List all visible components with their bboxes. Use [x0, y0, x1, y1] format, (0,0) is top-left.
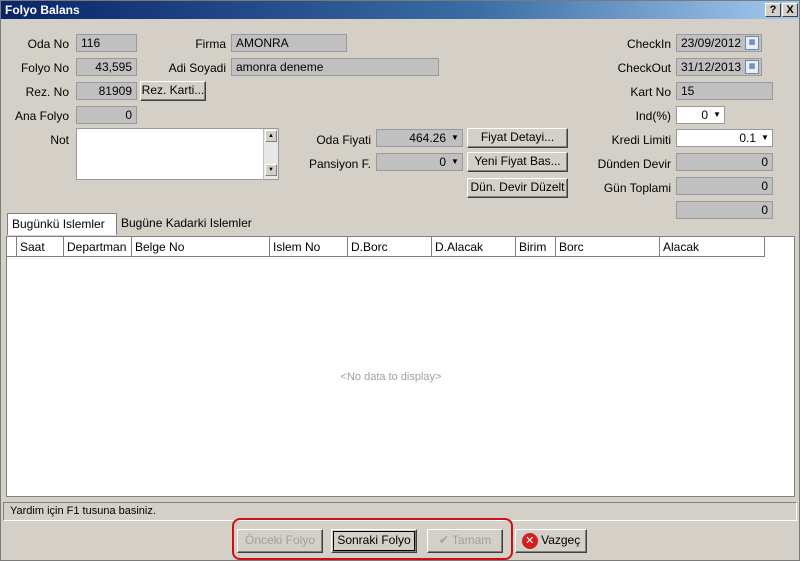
pansiyon-f-value: 0 [439, 155, 446, 169]
extra-total-field[interactable]: 0 [676, 201, 773, 219]
column-header[interactable]: Departman [63, 237, 131, 257]
ana-folyo-label: Ana Folyo [14, 109, 69, 123]
column-header[interactable]: Alacak [659, 237, 765, 257]
gun-toplami-field[interactable]: 0 [676, 177, 773, 195]
ana-folyo-field[interactable]: 0 [76, 106, 137, 124]
vazgec-button[interactable]: ✕ Vazgeç [515, 529, 587, 553]
tamam-button[interactable]: ✔ Tamam [427, 529, 503, 553]
chevron-down-icon[interactable]: ▼ [449, 131, 461, 145]
kart-no-label: Kart No [630, 85, 671, 99]
firma-field[interactable]: AMONRA [231, 34, 347, 52]
window-title: Folyo Balans [5, 3, 80, 17]
column-header[interactable]: D.Borc [347, 237, 431, 257]
column-header[interactable]: Belge No [131, 237, 269, 257]
chevron-down-icon[interactable]: ▼ [449, 155, 461, 169]
tab-bugunku-islemler[interactable]: Bugünkü Islemler [7, 213, 117, 235]
not-scrollbar[interactable]: ▲ ▼ [263, 129, 278, 179]
gun-toplami-label: Gün Toplami [603, 181, 671, 195]
title-bar: Folyo Balans ? X [1, 1, 799, 19]
rez-karti-button[interactable]: Rez. Karti... [140, 81, 206, 101]
column-header[interactable]: Saat [16, 237, 63, 257]
sonraki-folyo-button[interactable]: Sonraki Folyo [331, 529, 417, 553]
islemler-grid[interactable]: Saat Departman Belge No Islem No D.Borc … [6, 236, 795, 497]
scroll-up-icon[interactable]: ▲ [265, 130, 277, 142]
folyo-balans-window: Folyo Balans ? X Oda No 116 Folyo No 43,… [0, 0, 800, 561]
chevron-down-icon[interactable]: ▼ [759, 131, 771, 145]
vazgec-label: Vazgeç [541, 533, 581, 547]
checkin-value: 23/09/2012 [681, 36, 742, 50]
tab-bugune-kadarki-islemler[interactable]: Bugüne Kadarki Islemler [117, 213, 267, 235]
ind-value: 0 [701, 108, 708, 122]
rez-no-label: Rez. No [25, 85, 69, 99]
not-textarea[interactable]: ▲ ▼ [76, 128, 279, 180]
ind-combo[interactable]: 0 ▼ [676, 106, 725, 124]
column-header[interactable]: Borc [555, 237, 659, 257]
fiyat-detayi-button[interactable]: Fiyat Detayi... [467, 128, 568, 148]
oda-no-field[interactable]: 116 [76, 34, 137, 52]
pansiyon-f-combo[interactable]: 0 ▼ [376, 153, 463, 171]
oda-no-label: Oda No [27, 37, 69, 51]
checkout-value: 31/12/2013 [681, 60, 742, 74]
checkin-field[interactable]: 23/09/2012 ▦ [676, 34, 762, 52]
dunden-devir-label: Dünden Devir [597, 157, 671, 171]
yeni-fiyat-bas-button[interactable]: Yeni Fiyat Bas... [467, 152, 568, 172]
rez-no-field[interactable]: 81909 [76, 82, 137, 100]
folyo-no-label: Folyo No [20, 61, 69, 75]
calendar-icon[interactable]: ▦ [745, 36, 759, 50]
kredi-limiti-label: Kredi Limiti [611, 133, 671, 147]
kredi-limiti-value: 0.1 [739, 131, 756, 145]
kredi-limiti-combo[interactable]: 0.1 ▼ [676, 129, 773, 147]
pansiyon-f-label: Pansiyon F. [308, 157, 371, 171]
oda-fiyati-combo[interactable]: 464.26 ▼ [376, 129, 463, 147]
check-icon: ✔ [438, 533, 449, 547]
dun-devir-duzelt-button[interactable]: Dün. Devir Düzelt [467, 178, 568, 198]
checkout-field[interactable]: 31/12/2013 ▦ [676, 58, 762, 76]
chevron-down-icon[interactable]: ▼ [711, 108, 723, 122]
folyo-no-field[interactable]: 43,595 [76, 58, 137, 76]
ind-label: Ind(%) [635, 109, 671, 123]
tamam-label: Tamam [451, 533, 492, 547]
no-data-message: <No data to display> [340, 371, 442, 383]
column-header[interactable]: Birim [515, 237, 555, 257]
grid-header: Saat Departman Belge No Islem No D.Borc … [7, 237, 765, 257]
column-header[interactable]: Islem No [269, 237, 347, 257]
firma-label: Firma [195, 37, 226, 51]
onceki-folyo-button[interactable]: Önceki Folyo [237, 529, 323, 553]
kart-no-field[interactable]: 15 [676, 82, 773, 100]
column-header[interactable]: D.Alacak [431, 237, 515, 257]
adi-soyadi-label: Adi Soyadi [168, 61, 226, 75]
oda-fiyati-value: 464.26 [409, 131, 446, 145]
cancel-icon: ✕ [521, 532, 538, 549]
adi-soyadi-field[interactable]: amonra deneme [231, 58, 439, 76]
checkin-label: CheckIn [626, 37, 671, 51]
not-label: Not [50, 133, 69, 147]
oda-fiyati-label: Oda Fiyati [316, 133, 371, 147]
calendar-icon[interactable]: ▦ [745, 60, 759, 74]
checkout-label: CheckOut [617, 61, 671, 75]
close-button[interactable]: X [782, 3, 798, 17]
scroll-down-icon[interactable]: ▼ [265, 164, 277, 176]
help-button[interactable]: ? [765, 3, 781, 17]
dunden-devir-field[interactable]: 0 [676, 153, 773, 171]
